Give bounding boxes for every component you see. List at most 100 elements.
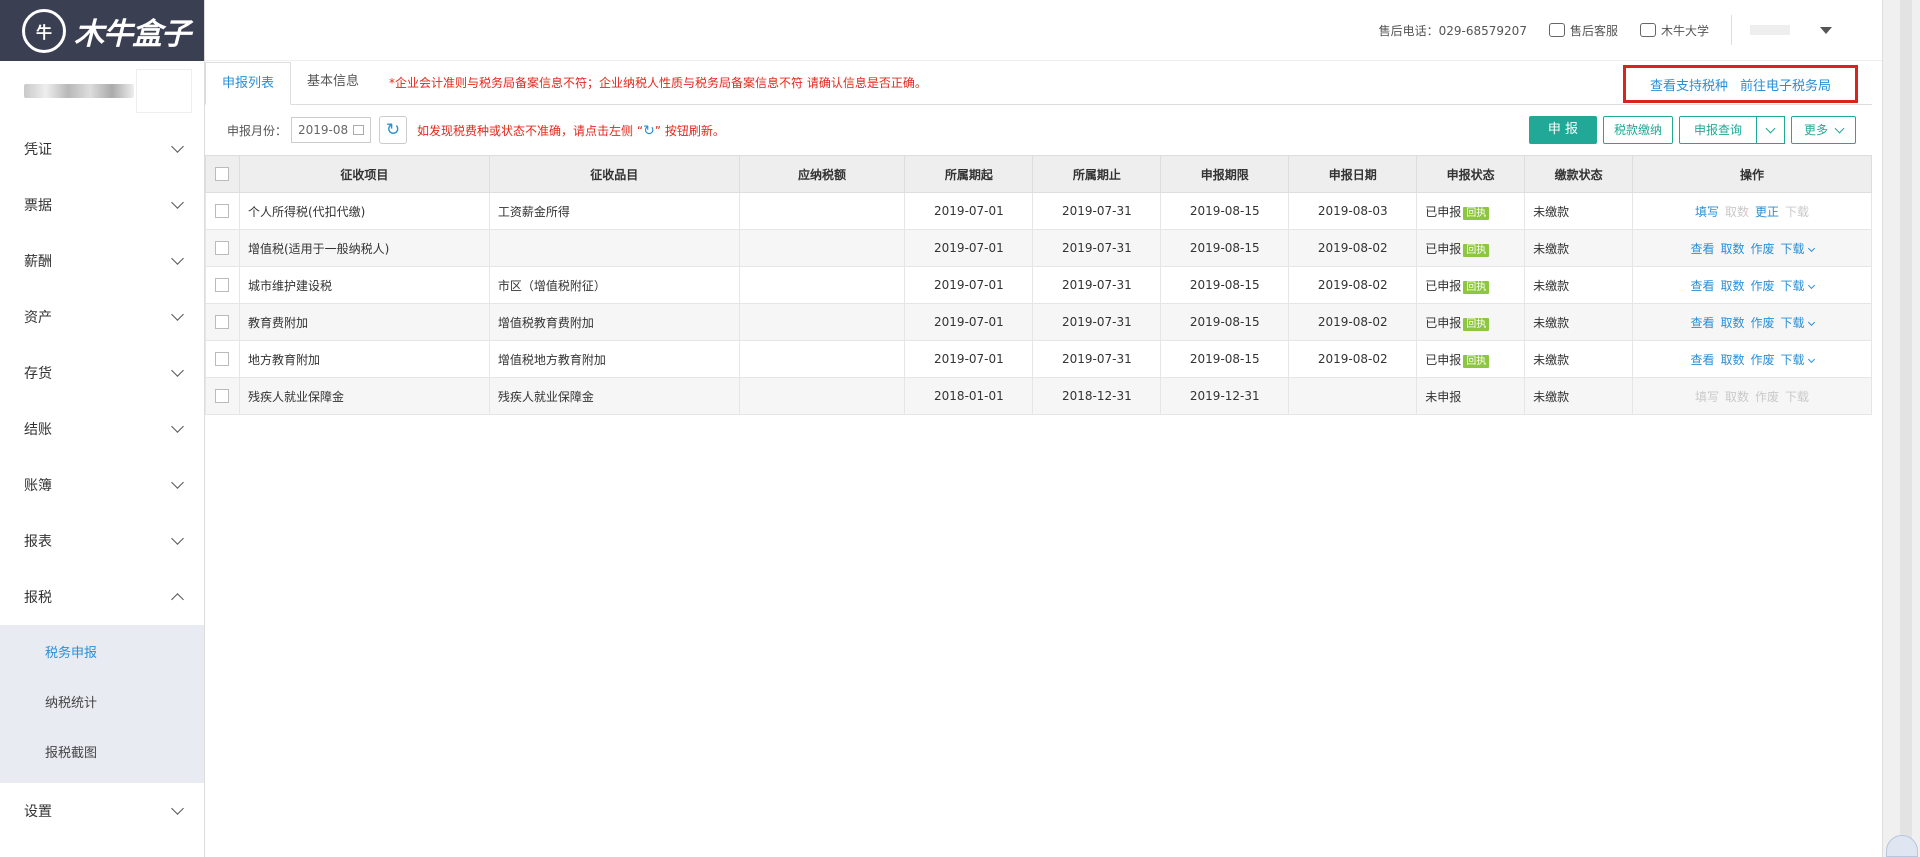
- column-header: 申报状态: [1416, 155, 1526, 193]
- tab-bar: 申报列表 基本信息 *企业会计准则与税务局备案信息不符；企业纳税人性质与税务局备…: [205, 61, 1872, 105]
- sidebar-item-0[interactable]: 凭证: [0, 121, 204, 177]
- logo: 牛 木牛盒子: [0, 0, 204, 61]
- customer-service-link[interactable]: 售后客服: [1548, 22, 1618, 39]
- sidebar-item-label: 报税: [24, 590, 52, 606]
- go-etax-bureau-link[interactable]: 前往电子税务局: [1740, 75, 1831, 94]
- op-link[interactable]: 查看: [1691, 279, 1715, 293]
- receipt-badge[interactable]: 回执: [1463, 280, 1490, 294]
- column-header: 申报日期: [1288, 155, 1418, 193]
- sidebar-item-7[interactable]: 报表: [0, 513, 204, 569]
- view-supported-taxes-link[interactable]: 查看支持税种: [1650, 75, 1728, 94]
- op-link[interactable]: 作废: [1751, 353, 1775, 367]
- cell-status: 已申报 回执: [1416, 303, 1526, 341]
- sidebar-item-1[interactable]: 票据: [0, 177, 204, 233]
- op-link[interactable]: 下载: [1780, 241, 1815, 256]
- submenu-item-0[interactable]: 税务申报: [0, 629, 204, 679]
- refresh-button[interactable]: ↻: [379, 116, 408, 144]
- op-label: 取数: [1720, 352, 1745, 367]
- university-link[interactable]: 木牛大学: [1639, 22, 1709, 39]
- chevron-down-icon: [171, 252, 184, 265]
- cell-end: 2018-12-31: [1032, 377, 1162, 415]
- cell-pay-status: 未缴款: [1524, 192, 1634, 230]
- op-link[interactable]: 取数: [1721, 279, 1745, 293]
- cell-tax: [738, 192, 906, 230]
- op-label: 填写: [1695, 389, 1720, 404]
- tax-payment-button[interactable]: 税款缴纳: [1602, 116, 1673, 144]
- chevron-down-icon: [1765, 123, 1776, 133]
- cell-deadline: 2019-08-15: [1160, 303, 1290, 341]
- cell-date: 2019-08-02: [1288, 266, 1418, 304]
- sidebar-item-4[interactable]: 存货: [0, 345, 204, 401]
- receipt-badge[interactable]: 回执: [1463, 354, 1490, 368]
- scroll-thumb[interactable]: [1900, 0, 1912, 857]
- receipt-badge[interactable]: 回执: [1463, 317, 1490, 331]
- chevron-down-icon: [1834, 123, 1845, 133]
- sidebar-item-8[interactable]: 报税: [0, 569, 204, 625]
- chevron-down-icon: [1807, 244, 1815, 252]
- receipt-badge[interactable]: 回执: [1463, 243, 1490, 257]
- row-checkbox[interactable]: [215, 352, 230, 366]
- op-label: 取数: [1725, 204, 1750, 219]
- op-link[interactable]: 下载: [1781, 353, 1815, 367]
- row-checkbox[interactable]: [215, 389, 230, 403]
- chevron-up-icon: [171, 593, 184, 606]
- op-link[interactable]: 填写: [1695, 205, 1719, 219]
- submenu-item-2[interactable]: 报税截图: [0, 729, 204, 779]
- cell-end: 2019-07-31: [1032, 229, 1162, 267]
- sidebar-item-label: 凭证: [24, 142, 52, 158]
- sidebar-item-3[interactable]: 资产: [0, 289, 204, 345]
- cell-operations: 查看 取数 作废 下载: [1632, 229, 1872, 267]
- op-link[interactable]: 作废: [1751, 279, 1775, 293]
- row-checkbox[interactable]: [215, 204, 230, 218]
- window-scrollbar[interactable]: [1882, 0, 1920, 857]
- select-all-checkbox[interactable]: [215, 167, 230, 181]
- declare-query-button[interactable]: 申报查询: [1678, 116, 1757, 144]
- row-checkbox[interactable]: [215, 278, 230, 292]
- month-picker[interactable]: 2019-08: [291, 117, 372, 143]
- cell-start: 2018-01-01: [904, 377, 1034, 415]
- calendar-icon: [353, 125, 365, 135]
- sidebar-item-2[interactable]: 薪酬: [0, 233, 204, 289]
- sidebar-item-label: 票据: [24, 198, 52, 214]
- row-checkbox[interactable]: [215, 315, 230, 329]
- op-link[interactable]: 查看: [1691, 353, 1715, 367]
- sidebar-item-label: 账簿: [24, 478, 52, 494]
- op-link[interactable]: 下载: [1781, 316, 1815, 330]
- tab-basic-info[interactable]: 基本信息: [291, 61, 375, 104]
- op-link[interactable]: 下载: [1781, 279, 1815, 293]
- op-link: 作废: [1755, 390, 1779, 404]
- hotline-text: 售后电话：029-68579207: [1378, 23, 1527, 38]
- sidebar-item-6[interactable]: 账簿: [0, 457, 204, 513]
- refresh-hint: 如发现税费种或状态不准确，请点击左侧 “↻” 按钮刷新。: [417, 122, 725, 139]
- submenu-item-1[interactable]: 纳税统计: [0, 679, 204, 729]
- tab-declare-list[interactable]: 申报列表: [205, 62, 292, 105]
- declaration-table: 征收项目 征收品目 应纳税额 所属期起 所属期止 申报期限 申报日期 申报状态 缴款状态 操作 个…: [205, 155, 1872, 415]
- op-link[interactable]: 取数: [1721, 353, 1745, 367]
- declare-query-dropdown[interactable]: [1756, 116, 1785, 144]
- op-link[interactable]: 作废: [1751, 242, 1775, 256]
- declare-button[interactable]: 申 报: [1528, 116, 1597, 144]
- op-link[interactable]: 查看: [1691, 316, 1715, 330]
- sidebar-item-5[interactable]: 结账: [0, 401, 204, 457]
- op-link[interactable]: 取数: [1721, 316, 1745, 330]
- cell-item: 城市维护建设税: [238, 266, 490, 304]
- op-label: 下载: [1780, 241, 1805, 256]
- row-checkbox[interactable]: [215, 241, 230, 255]
- chevron-down-icon: [171, 420, 184, 433]
- op-link[interactable]: 作废: [1751, 316, 1775, 330]
- cell-start: 2019-07-01: [904, 266, 1034, 304]
- cell-tax: [738, 340, 906, 378]
- graduation-cap-icon: [1639, 23, 1656, 37]
- cell-deadline: 2019-08-15: [1160, 266, 1290, 304]
- op-link[interactable]: 取数: [1721, 242, 1745, 256]
- user-menu-caret-icon[interactable]: [1820, 26, 1832, 34]
- row-select-cell: [205, 377, 240, 415]
- more-button[interactable]: 更多: [1790, 116, 1856, 144]
- row-select-cell: [205, 192, 240, 230]
- sidebar-item-settings[interactable]: 设置: [0, 783, 204, 839]
- status-text: 已申报: [1425, 352, 1462, 367]
- table-row: 教育费附加 增值税教育费附加 2019-07-01 2019-07-31 2019-08…: [205, 303, 1872, 341]
- op-link[interactable]: 更正: [1755, 205, 1779, 219]
- op-link[interactable]: 查看: [1691, 242, 1715, 256]
- receipt-badge[interactable]: 回执: [1463, 206, 1490, 220]
